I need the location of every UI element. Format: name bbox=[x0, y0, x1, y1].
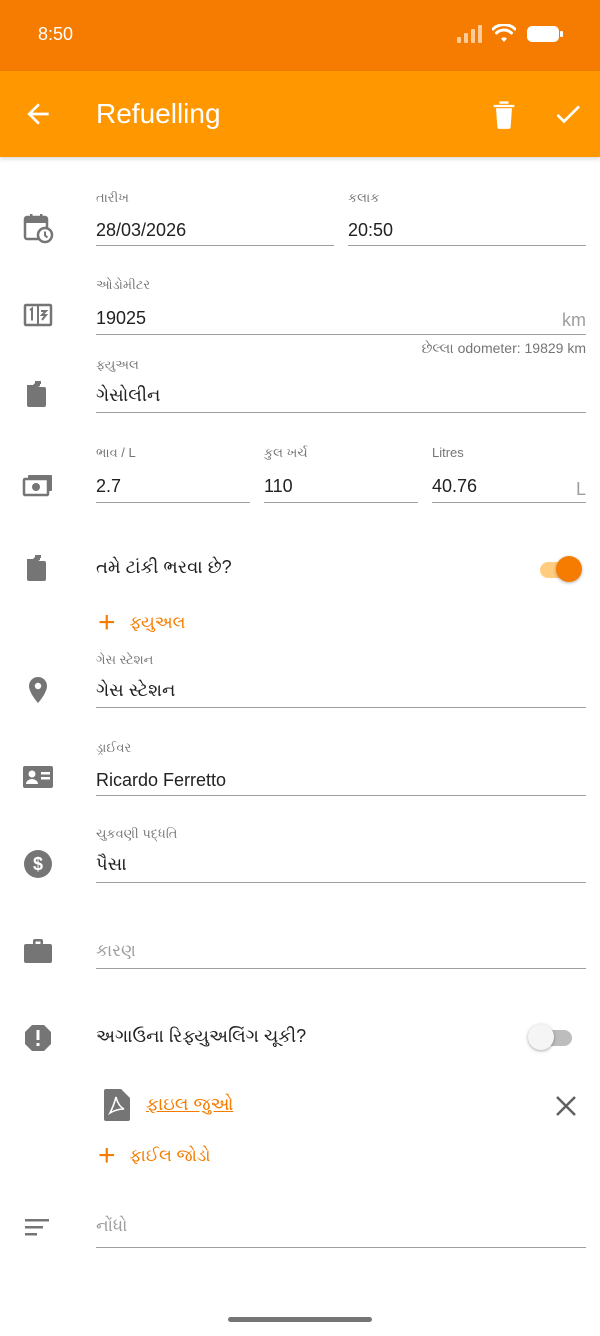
fill-tank-label: તમે ટાંકી ભરવા છે? bbox=[96, 557, 232, 577]
date-label: તારીખ bbox=[96, 190, 129, 205]
time-label: કલાક bbox=[348, 190, 380, 205]
switch-thumb bbox=[528, 1024, 554, 1050]
fuel-type-value[interactable]: ગેસોલીન bbox=[96, 385, 160, 406]
signal-icon bbox=[457, 25, 482, 43]
gas-station-underline bbox=[96, 707, 586, 708]
time-field[interactable]: કલાક 20:50 bbox=[348, 190, 586, 246]
close-icon[interactable] bbox=[554, 1094, 578, 1118]
app-bar: Refuelling bbox=[0, 71, 600, 157]
money-icon bbox=[22, 475, 52, 497]
calendar-clock-icon bbox=[23, 214, 54, 244]
reason-placeholder[interactable]: કારણ bbox=[96, 941, 136, 961]
time-value[interactable]: 20:50 bbox=[348, 220, 393, 241]
total-cost-value[interactable]: 110 bbox=[264, 476, 293, 497]
notes-field[interactable]: નોંધો bbox=[96, 1216, 586, 1248]
price-underline bbox=[96, 502, 250, 503]
notes-placeholder[interactable]: નોંધો bbox=[96, 1216, 127, 1236]
add-file-button[interactable]: + ફાઈલ જોડો bbox=[98, 1141, 210, 1171]
total-cost-label: કુલ ખર્ચ bbox=[264, 445, 308, 460]
price-field[interactable]: ભાવ / L 2.7 bbox=[96, 445, 250, 503]
odometer-icon bbox=[23, 303, 53, 327]
litres-field[interactable]: Litres 40.76 L bbox=[432, 445, 586, 503]
briefcase-icon bbox=[24, 939, 52, 963]
total-cost-underline bbox=[264, 502, 418, 503]
status-icons bbox=[456, 24, 564, 44]
alert-octagon-icon bbox=[25, 1025, 51, 1051]
fuel-pump-icon bbox=[27, 381, 46, 407]
battery-icon bbox=[527, 26, 563, 42]
odometer-field[interactable]: ઓડોમીટર 19025 km bbox=[96, 277, 586, 337]
add-fuel-label: ફ્યુઅલ bbox=[129, 613, 186, 632]
plus-icon: + bbox=[98, 1139, 116, 1172]
driver-label: ડ્રાઈવર bbox=[96, 740, 132, 755]
notes-icon bbox=[25, 1219, 49, 1236]
missed-refuel-label: અગાઉના રિફ્યુઅલિંગ ચૂકી? bbox=[96, 1026, 307, 1046]
svg-text:$: $ bbox=[33, 854, 43, 874]
plus-icon: + bbox=[98, 606, 116, 639]
date-value[interactable]: 28/03/2026 bbox=[96, 220, 186, 241]
delete-icon[interactable] bbox=[490, 98, 518, 130]
litres-unit: L bbox=[575, 479, 586, 499]
status-time: 8:50 bbox=[38, 24, 74, 44]
check-icon[interactable] bbox=[552, 98, 584, 130]
gas-station-label: ગેસ સ્ટેશન bbox=[96, 652, 154, 667]
odometer-unit: km bbox=[562, 310, 586, 330]
fill-tank-switch[interactable] bbox=[538, 556, 584, 584]
payment-label: ચુકવણી પદ્ધતિ bbox=[96, 826, 178, 841]
driver-value[interactable]: Ricardo Ferretto bbox=[96, 770, 226, 791]
odometer-label: ઓડોમીટર bbox=[96, 277, 151, 292]
reason-underline bbox=[96, 968, 586, 969]
view-file-link[interactable]: ફાઇલ જુઓ bbox=[146, 1094, 233, 1115]
status-bar: 8:50 bbox=[0, 0, 600, 71]
driver-underline bbox=[96, 795, 586, 796]
wifi-icon bbox=[492, 24, 516, 42]
driver-field[interactable]: ડ્રાઈવર Ricardo Ferretto bbox=[96, 740, 586, 796]
fuel-pump-icon bbox=[27, 555, 46, 581]
gas-station-value[interactable]: ગેસ સ્ટેશન bbox=[96, 680, 175, 701]
dollar-circle-icon: $ bbox=[24, 850, 52, 878]
odometer-value[interactable]: 19025 bbox=[96, 308, 146, 329]
litres-value[interactable]: 40.76 bbox=[432, 476, 477, 497]
litres-label: Litres bbox=[432, 445, 464, 460]
price-value[interactable]: 2.7 bbox=[96, 476, 121, 497]
payment-underline bbox=[96, 882, 586, 883]
home-indicator[interactable] bbox=[228, 1317, 372, 1322]
gas-station-field[interactable]: ગેસ સ્ટેશન ગેસ સ્ટેશન bbox=[96, 652, 586, 708]
switch-thumb bbox=[556, 556, 582, 582]
fuel-type-label: ફ્યુઅલ bbox=[96, 357, 139, 372]
odometer-underline bbox=[96, 334, 586, 335]
notes-underline bbox=[96, 1247, 586, 1248]
payment-field[interactable]: ચુકવણી પદ્ધતિ પૈસા bbox=[96, 826, 586, 883]
date-field[interactable]: તારીખ 28/03/2026 bbox=[96, 190, 334, 246]
id-card-icon bbox=[23, 766, 53, 788]
date-underline bbox=[96, 245, 334, 246]
price-label: ભાવ / L bbox=[96, 445, 136, 460]
fuel-type-underline bbox=[96, 412, 586, 413]
litres-underline bbox=[432, 502, 586, 503]
location-pin-icon bbox=[29, 677, 47, 703]
payment-value[interactable]: પૈસા bbox=[96, 854, 127, 875]
total-cost-field[interactable]: કુલ ખર્ચ 110 bbox=[264, 445, 418, 503]
page-title: Refuelling bbox=[96, 98, 221, 129]
add-fuel-button[interactable]: + ફ્યુઅલ bbox=[98, 608, 186, 638]
add-file-label: ફાઈલ જોડો bbox=[129, 1146, 211, 1165]
odometer-hint: છેલ્લા odometer: 19829 km bbox=[421, 340, 586, 356]
missed-refuel-switch[interactable] bbox=[528, 1024, 574, 1052]
arrow-back-icon[interactable] bbox=[22, 98, 54, 130]
pdf-file-icon bbox=[104, 1089, 130, 1121]
time-underline bbox=[348, 245, 586, 246]
reason-field[interactable]: કારણ bbox=[96, 938, 586, 970]
fuel-type-field[interactable]: ફ્યુઅલ ગેસોલીન bbox=[96, 357, 586, 414]
